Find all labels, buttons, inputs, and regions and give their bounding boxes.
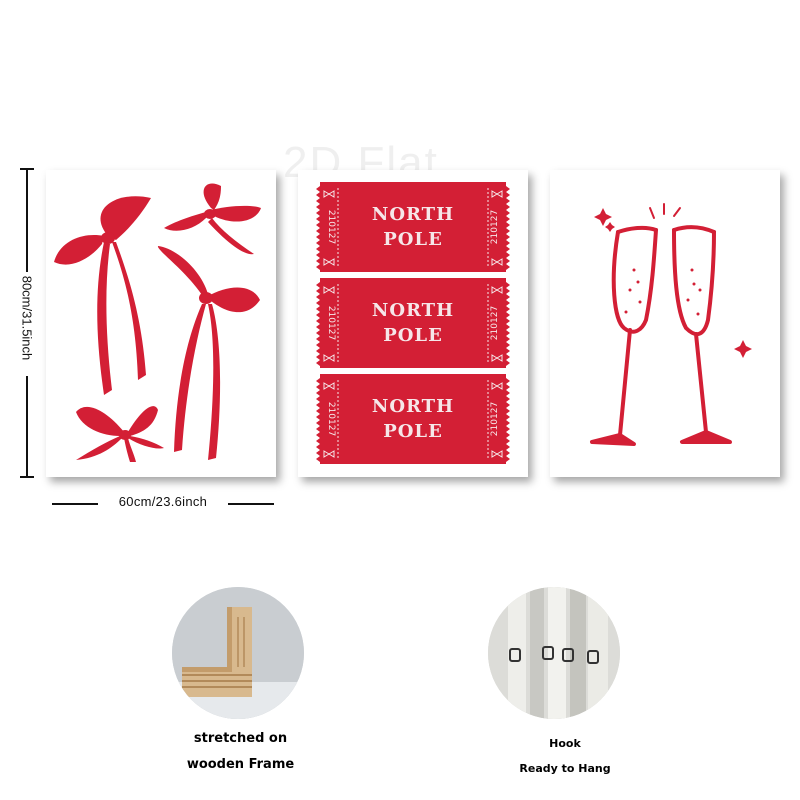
- ticket-serial: 210127: [490, 210, 500, 244]
- hook-caption-line-2: Ready to Hang: [519, 762, 611, 775]
- bubbles-icon: [624, 268, 702, 316]
- ticket-serial: 210127: [326, 210, 336, 244]
- width-dimension-line-right: [228, 503, 274, 505]
- ticket-title-line-2: POLE: [383, 229, 443, 250]
- ticket-serial: 210127: [490, 402, 500, 436]
- height-dimension-tick-top: [20, 168, 34, 170]
- ticket-serial: 210127: [326, 306, 336, 340]
- canvas-panel-bows: [46, 170, 276, 477]
- ticket-serial: 210127: [490, 306, 500, 340]
- canvas-panel-tickets: NORTH POLE 210127 210127 NORTH POLE 210127 2101…: [298, 170, 528, 477]
- bow-icon-large: [54, 196, 151, 395]
- tickets-illustration: NORTH POLE 210127 210127 NORTH POLE 210127 2101…: [316, 182, 510, 464]
- bow-icon-small: [76, 406, 164, 462]
- ticket-body: [316, 182, 510, 272]
- ticket-title-line-2: POLE: [383, 421, 443, 442]
- ticket-title-line-1: NORTH: [372, 396, 454, 417]
- cheers-lines-icon: [649, 203, 681, 219]
- champagne-illustration: [590, 203, 752, 446]
- ticket-title-line-2: POLE: [383, 325, 443, 346]
- bow-icon-medium: [164, 183, 261, 255]
- ticket-body: [316, 374, 510, 464]
- ticket-title-line-1: NORTH: [372, 300, 454, 321]
- wooden-frame-photo: [172, 587, 304, 719]
- width-dimension-label: 60cm/23.6inch: [118, 494, 208, 509]
- hook-photo: [488, 587, 620, 719]
- ticket-serial: 210127: [326, 402, 336, 436]
- bows-illustration: [54, 183, 261, 462]
- frame-caption-line-1: stretched on: [193, 731, 288, 746]
- champagne-glass-icon-left: [590, 225, 658, 446]
- height-dimension-line-bottom: [26, 376, 28, 476]
- height-dimension-tick-bottom: [20, 476, 34, 478]
- ticket-title-line-1: NORTH: [372, 204, 454, 225]
- champagne-glass-icon-right: [672, 225, 732, 444]
- width-dimension-line-left: [52, 503, 98, 505]
- height-dimension-line-top: [26, 168, 28, 272]
- ticket: NORTH POLE 210127 210127: [316, 278, 510, 368]
- ticket: NORTH POLE 210127 210127: [316, 374, 510, 464]
- frame-caption-line-2: wooden Frame: [186, 757, 295, 772]
- ticket-body: [316, 278, 510, 368]
- hook-caption-line-1: Hook: [549, 737, 581, 750]
- ticket: NORTH POLE 210127 210127: [316, 182, 510, 272]
- bow-icon-ribbon: [157, 246, 260, 460]
- height-dimension-label: 80cm/31.5inch: [19, 275, 35, 361]
- canvas-panel-champagne: [550, 170, 780, 477]
